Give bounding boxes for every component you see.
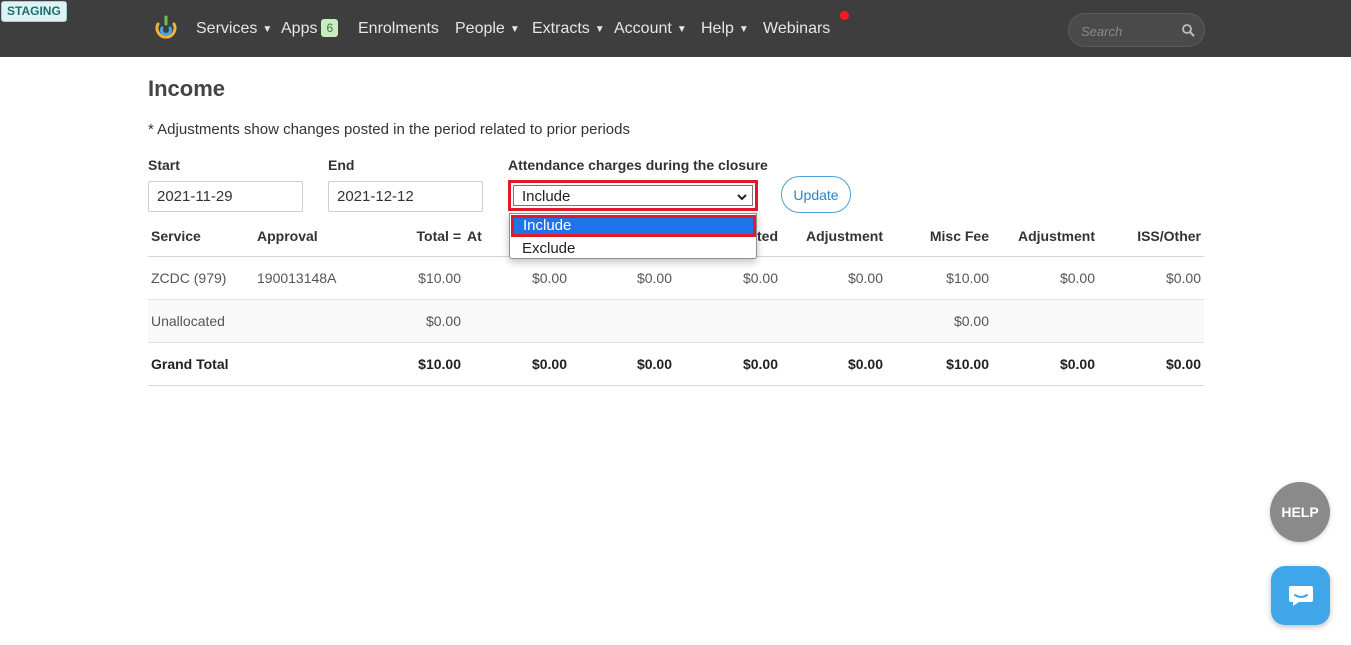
start-date-field[interactable]: 2021-11-29	[148, 181, 303, 212]
col-adjustment: Adjustment	[781, 217, 886, 257]
search-icon[interactable]	[1181, 23, 1195, 37]
end-date-field[interactable]: 2021-12-12	[328, 181, 483, 212]
nav-extracts[interactable]: Extracts ▼	[532, 17, 605, 41]
search-box[interactable]	[1068, 13, 1205, 47]
notification-dot	[840, 11, 849, 20]
nav-apps[interactable]: Apps 6	[281, 17, 339, 41]
update-button[interactable]: Update	[781, 176, 851, 213]
col-approval: Approval	[254, 217, 360, 257]
caret-down-icon: ▼	[738, 24, 749, 35]
search-input[interactable]	[1079, 21, 1174, 41]
apps-count-badge: 6	[321, 19, 339, 37]
col-adjustment-2: Adjustment	[992, 217, 1098, 257]
help-button[interactable]: HELP	[1270, 482, 1330, 542]
app-logo-icon[interactable]	[153, 15, 179, 41]
col-service: Service	[148, 217, 254, 257]
nav-help[interactable]: Help ▼	[701, 17, 749, 41]
option-include[interactable]: Include	[511, 215, 756, 237]
attendance-selected-value: Include	[522, 188, 571, 205]
caret-down-icon: ▼	[509, 24, 520, 35]
attendance-dropdown-list: Include Exclude	[509, 213, 757, 259]
attendance-select[interactable]: Include	[508, 180, 758, 211]
caret-down-icon: ▼	[262, 24, 273, 35]
col-misc-fee: Misc Fee	[886, 217, 992, 257]
option-exclude[interactable]: Exclude	[522, 239, 575, 259]
chevron-down-icon	[737, 194, 747, 201]
chat-button[interactable]	[1271, 566, 1330, 625]
table-row: Unallocated $0.00 $0.00	[148, 299, 1204, 343]
nav-people[interactable]: People ▼	[455, 17, 520, 41]
adjustments-note: * Adjustments show changes posted in the…	[148, 121, 630, 138]
nav-account[interactable]: Account ▼	[614, 17, 687, 41]
nav-services[interactable]: Services ▼	[196, 17, 272, 41]
chat-icon	[1289, 586, 1313, 606]
col-total: Total =	[360, 217, 464, 257]
caret-down-icon: ▼	[594, 24, 605, 35]
staging-badge: STAGING	[1, 1, 67, 22]
attendance-label: Attendance charges during the closure	[508, 157, 768, 173]
start-label: Start	[148, 157, 180, 173]
col-iss-other: ISS/Other	[1098, 217, 1204, 257]
nav-enrolments[interactable]: Enrolments	[358, 17, 439, 41]
grand-total-row: Grand Total $10.00 $0.00 $0.00 $0.00 $0.…	[148, 342, 1204, 386]
nav-webinars[interactable]: Webinars	[763, 17, 830, 41]
table-row: ZCDC (979) 190013148A $10.00 $0.00 $0.00…	[148, 256, 1204, 300]
caret-down-icon: ▼	[676, 24, 687, 35]
end-label: End	[328, 157, 355, 173]
page-title: Income	[148, 76, 226, 101]
top-navbar: STAGING Services ▼ Apps 6 Enrolments Peopl…	[0, 0, 1351, 57]
